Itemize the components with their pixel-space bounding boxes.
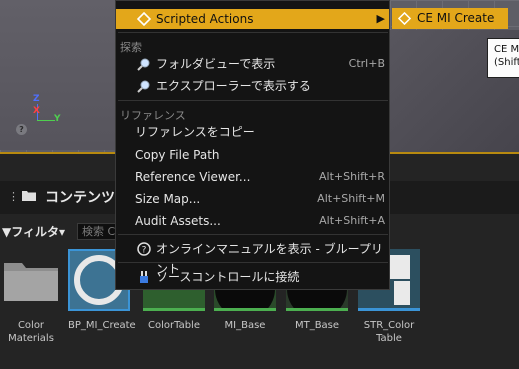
content-browser-title[interactable]: コンテンツ [45,187,115,207]
menu-dots-icon[interactable]: ⋮ [8,190,19,203]
asset-tile[interactable]: Color Materials [0,249,62,345]
menu-item-shortcut: Alt+Shift+A [319,214,385,227]
folder-icon [22,191,36,201]
menu-item-shortcut: Alt+Shift+R [319,170,385,183]
filter-label: フィルタ [11,225,59,239]
asset-name: STR_Color Table [363,320,415,344]
menu-item-label: Audit Assets... [135,214,221,228]
diamond-icon [137,12,151,26]
menu-item-show-in-folder-view[interactable]: フォルダビューで表示 Ctrl+B [116,54,389,74]
menu-item-reference-viewer[interactable]: Reference Viewer... Alt+Shift+R [116,167,389,187]
axis-x-label: X [33,106,40,116]
menu-item-source-control-connect[interactable]: ソースコントロールに接続 [116,267,389,287]
axis-line-y [37,120,55,121]
diamond-icon [398,12,411,25]
menu-item-label: Reference Viewer... [135,170,251,184]
asset-name: MT_Base [294,320,340,331]
tooltip-line-2: (Shift [494,57,519,68]
menu-item-label: Scripted Actions [156,12,254,26]
menu-item-size-map[interactable]: Size Map... Alt+Shift+M [116,189,389,209]
menu-item-label: エクスプローラーで表示する [156,79,311,93]
menu-separator [118,32,388,33]
submenu-arrow-icon: ▶ [376,12,385,25]
menu-section-search: 探索 [120,41,142,54]
axis-z-label: Z [33,94,40,104]
menu-separator [118,262,388,263]
menu-item-label: ソースコントロールに接続 [156,270,300,284]
source-control-icon [140,271,148,283]
svg-text:?: ? [142,246,147,256]
magnifier-icon [137,80,150,93]
menu-item-label: Copy File Path [135,148,220,162]
asset-context-menu: Scripted Actions ▶ 探索 フォルダビューで表示 Ctrl+B … [115,0,390,290]
menu-item-copy-file-path[interactable]: Copy File Path [116,145,389,165]
menu-item-shortcut: Alt+Shift+M [317,192,385,205]
menu-separator [118,234,388,235]
help-circle-icon: ? [137,242,151,256]
asset-name: BP_MI_Create [68,320,136,331]
menu-item-online-manual[interactable]: ? オンラインマニュアルを表示 - ブループリント [116,239,389,276]
asset-name: Color Materials [8,320,54,344]
asset-name: MI_Base [224,320,266,331]
submenu-item-ce-mi-create[interactable]: CE MI Create [392,8,508,29]
menu-item-scripted-actions[interactable]: Scripted Actions ▶ [116,9,389,29]
menu-item-label: Size Map... [135,192,201,206]
menu-item-audit-assets[interactable]: Audit Assets... Alt+Shift+A [116,211,389,231]
tooltip-line-1: CE M [494,44,519,55]
folder-icon [0,249,62,311]
axis-y-label: Y [54,114,61,124]
menu-item-label: リファレンスをコピー [135,125,255,139]
menu-item-shortcut: Ctrl+B [348,57,385,70]
asset-name: ColorTable [148,320,200,331]
submenu-tooltip: CE M (Shift [487,38,519,78]
menu-item-label: フォルダビューで表示 [156,57,276,71]
magnifier-icon [137,58,150,71]
menu-item-copy-reference[interactable]: リファレンスをコピー [116,122,389,142]
filter-dropdown[interactable]: ▼フィルタ▾ [2,223,65,240]
menu-section-references: リファレンス [120,109,186,122]
menu-item-show-in-explorer[interactable]: エクスプローラーで表示する [116,76,389,96]
help-icon[interactable]: ? [16,124,27,135]
submenu-item-label: CE MI Create [417,11,495,25]
menu-separator [118,100,388,101]
